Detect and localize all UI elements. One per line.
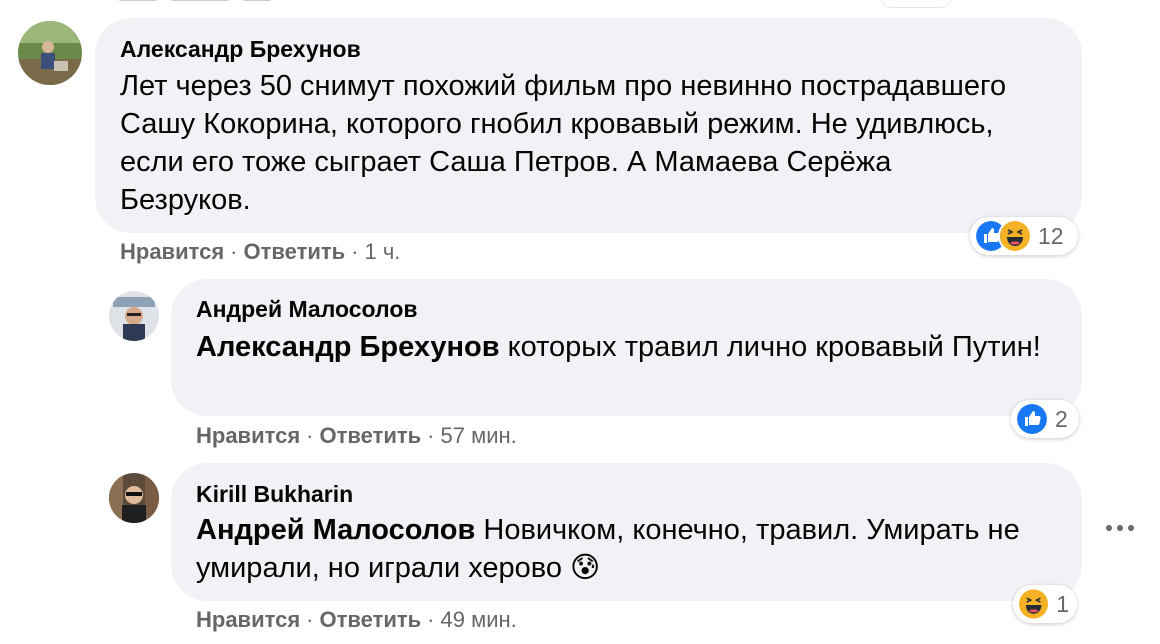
- more-options-icon[interactable]: [1104, 518, 1136, 538]
- like-link[interactable]: Нравится: [196, 423, 300, 448]
- mention-link[interactable]: Александр Брехунов: [196, 331, 500, 363]
- comment-author[interactable]: Андрей Малосолов: [196, 296, 418, 323]
- like-link[interactable]: Нравится: [196, 607, 300, 632]
- haha-icon: [998, 219, 1032, 253]
- reaction-count: 2: [1055, 405, 1068, 432]
- reply-link[interactable]: Ответить: [244, 239, 346, 264]
- separator-dot: ·: [427, 607, 435, 632]
- previous-reactions-cropped: [880, 0, 952, 8]
- avatar[interactable]: [109, 291, 159, 341]
- reactions-summary[interactable]: 1: [1013, 585, 1077, 623]
- reply-link[interactable]: Ответить: [320, 607, 422, 632]
- comment-timestamp[interactable]: 1 ч.: [365, 239, 401, 264]
- avatar-photo: [109, 473, 159, 523]
- anxious-face-emoji: 😰: [570, 552, 601, 584]
- comment-text: Андрей Малосолов Новичком, конечно, трав…: [196, 511, 1056, 587]
- reactions-summary[interactable]: 12: [970, 217, 1078, 255]
- reaction-count: 1: [1056, 590, 1069, 617]
- like-icon: [1015, 402, 1049, 436]
- comment-timestamp[interactable]: 49 мин.: [441, 607, 517, 632]
- reply-link[interactable]: Ответить: [320, 423, 422, 448]
- comment-text: Лет через 50 снимут похожий фильм про не…: [120, 70, 1007, 216]
- comment-author[interactable]: Kirill Bukharin: [196, 481, 353, 508]
- separator-dot: ·: [306, 423, 314, 448]
- like-link[interactable]: Нравится: [120, 239, 224, 264]
- avatar[interactable]: [109, 473, 159, 523]
- haha-icon: [1017, 587, 1051, 621]
- separator-dot: ·: [230, 239, 238, 264]
- comment-author[interactable]: Александр Брехунов: [120, 36, 361, 63]
- mention-link[interactable]: Андрей Малосолов: [196, 514, 475, 546]
- comment-actions: Нравится · Ответить · 49 мин.: [196, 607, 517, 633]
- separator-dot: ·: [306, 607, 314, 632]
- avatar-photo: [109, 291, 159, 341]
- reaction-count: 12: [1038, 222, 1064, 249]
- comment-actions: Нравится · Ответить · 1 ч.: [120, 239, 400, 265]
- comment-timestamp[interactable]: 57 мин.: [441, 423, 517, 448]
- avatar-photo: [18, 21, 82, 85]
- previous-comment-actions-cropped: [118, 0, 318, 2]
- comment-actions: Нравится · Ответить · 57 мин.: [196, 423, 517, 449]
- avatar[interactable]: [18, 21, 82, 85]
- separator-dot: ·: [351, 239, 359, 264]
- separator-dot: ·: [427, 423, 435, 448]
- reactions-summary[interactable]: 2: [1011, 400, 1079, 438]
- comment-text: Александр Брехунов которых травил лично …: [196, 328, 1056, 366]
- comment-body: которых травил лично кровавый Путин!: [507, 331, 1041, 363]
